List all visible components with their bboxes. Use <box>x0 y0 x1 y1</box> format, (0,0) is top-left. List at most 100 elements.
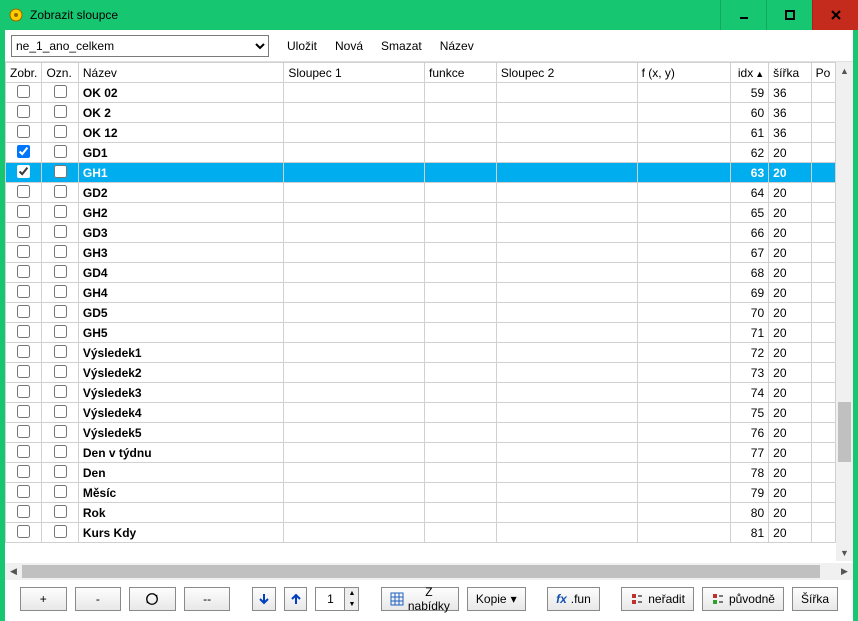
scroll-left-icon[interactable]: ◀ <box>5 563 22 580</box>
ozn-checkbox[interactable] <box>54 125 67 138</box>
cell-zobr[interactable] <box>6 323 42 343</box>
zobr-checkbox[interactable] <box>17 285 30 298</box>
table-row[interactable]: GH16320 <box>6 163 836 183</box>
table-row[interactable]: Rok8020 <box>6 503 836 523</box>
cell-zobr[interactable] <box>6 103 42 123</box>
cell-zobr[interactable] <box>6 403 42 423</box>
col-idx[interactable]: idx▲ <box>730 63 768 83</box>
ozn-checkbox[interactable] <box>54 525 67 538</box>
ozn-checkbox[interactable] <box>54 385 67 398</box>
table-row[interactable]: GD36620 <box>6 223 836 243</box>
col-sirka[interactable]: šířka <box>769 63 812 83</box>
cell-zobr[interactable] <box>6 283 42 303</box>
col-zobr[interactable]: Zobr. <box>6 63 42 83</box>
cell-ozn[interactable] <box>42 283 78 303</box>
copy-button[interactable]: Kopie ▾ <box>467 587 526 611</box>
table-row[interactable]: GH57120 <box>6 323 836 343</box>
table-row[interactable]: GD57020 <box>6 303 836 323</box>
ozn-checkbox[interactable] <box>54 145 67 158</box>
ozn-checkbox[interactable] <box>54 485 67 498</box>
ozn-checkbox[interactable] <box>54 445 67 458</box>
cell-ozn[interactable] <box>42 103 78 123</box>
step-spinner[interactable]: ▲▼ <box>315 587 359 611</box>
col-ozn[interactable]: Ozn. <box>42 63 78 83</box>
cell-ozn[interactable] <box>42 183 78 203</box>
table-row[interactable]: Výsledek47520 <box>6 403 836 423</box>
cell-zobr[interactable] <box>6 243 42 263</box>
cell-zobr[interactable] <box>6 303 42 323</box>
cell-zobr[interactable] <box>6 483 42 503</box>
zobr-checkbox[interactable] <box>17 325 30 338</box>
cell-zobr[interactable] <box>6 183 42 203</box>
table-row[interactable]: Kurs Kdy8120 <box>6 523 836 543</box>
cell-ozn[interactable] <box>42 483 78 503</box>
cell-ozn[interactable] <box>42 523 78 543</box>
table-row[interactable]: OK 126136 <box>6 123 836 143</box>
ozn-checkbox[interactable] <box>54 265 67 278</box>
save-link[interactable]: Uložit <box>287 39 317 53</box>
no-sort-button[interactable]: neřadit <box>621 587 694 611</box>
ozn-checkbox[interactable] <box>54 345 67 358</box>
view-selector[interactable]: ne_1_ano_celkem <box>11 35 269 57</box>
close-button[interactable] <box>812 0 858 30</box>
cell-zobr[interactable] <box>6 203 42 223</box>
table-row[interactable]: GH46920 <box>6 283 836 303</box>
table-row[interactable]: Výsledek37420 <box>6 383 836 403</box>
table-row[interactable]: GD16220 <box>6 143 836 163</box>
scroll-thumb[interactable] <box>838 402 851 462</box>
ozn-checkbox[interactable] <box>54 85 67 98</box>
cell-ozn[interactable] <box>42 143 78 163</box>
ozn-checkbox[interactable] <box>54 505 67 518</box>
ozn-checkbox[interactable] <box>54 185 67 198</box>
col-sloupec2[interactable]: Sloupec 2 <box>496 63 637 83</box>
zobr-checkbox[interactable] <box>17 425 30 438</box>
col-fxy[interactable]: f (x, y) <box>637 63 730 83</box>
vertical-scrollbar[interactable]: ▲ ▼ <box>836 62 853 561</box>
ozn-checkbox[interactable] <box>54 105 67 118</box>
move-up-button[interactable] <box>284 587 308 611</box>
col-funkce[interactable]: funkce <box>425 63 497 83</box>
fun-button[interactable]: fx .fun <box>547 587 600 611</box>
cell-ozn[interactable] <box>42 383 78 403</box>
cell-zobr[interactable] <box>6 83 42 103</box>
ozn-checkbox[interactable] <box>54 405 67 418</box>
zobr-checkbox[interactable] <box>17 205 30 218</box>
table-row[interactable]: OK 025936 <box>6 83 836 103</box>
zobr-checkbox[interactable] <box>17 385 30 398</box>
table-row[interactable]: Výsledek17220 <box>6 343 836 363</box>
table-row[interactable]: OK 26036 <box>6 103 836 123</box>
cell-zobr[interactable] <box>6 523 42 543</box>
zobr-checkbox[interactable] <box>17 445 30 458</box>
cell-ozn[interactable] <box>42 83 78 103</box>
new-link[interactable]: Nová <box>335 39 363 53</box>
table-row[interactable]: GH36720 <box>6 243 836 263</box>
zobr-checkbox[interactable] <box>17 505 30 518</box>
zobr-checkbox[interactable] <box>17 365 30 378</box>
cell-zobr[interactable] <box>6 463 42 483</box>
cell-ozn[interactable] <box>42 263 78 283</box>
cell-ozn[interactable] <box>42 223 78 243</box>
ozn-checkbox[interactable] <box>54 465 67 478</box>
zobr-checkbox[interactable] <box>17 245 30 258</box>
zobr-checkbox[interactable] <box>17 125 30 138</box>
delete-link[interactable]: Smazat <box>381 39 422 53</box>
cell-zobr[interactable] <box>6 383 42 403</box>
cell-ozn[interactable] <box>42 343 78 363</box>
zobr-checkbox[interactable] <box>17 145 30 158</box>
zobr-checkbox[interactable] <box>17 485 30 498</box>
cell-ozn[interactable] <box>42 163 78 183</box>
cell-zobr[interactable] <box>6 423 42 443</box>
zobr-checkbox[interactable] <box>17 525 30 538</box>
cell-zobr[interactable] <box>6 123 42 143</box>
table-row[interactable]: GH26520 <box>6 203 836 223</box>
ozn-checkbox[interactable] <box>54 425 67 438</box>
horizontal-scrollbar[interactable]: ◀ ▶ <box>5 563 853 580</box>
maximize-button[interactable] <box>766 0 812 30</box>
zobr-checkbox[interactable] <box>17 105 30 118</box>
spin-up[interactable]: ▲ <box>344 588 358 599</box>
zobr-checkbox[interactable] <box>17 185 30 198</box>
scroll-right-icon[interactable]: ▶ <box>836 563 853 580</box>
minus-button[interactable]: - <box>75 587 122 611</box>
cell-zobr[interactable] <box>6 363 42 383</box>
width-button[interactable]: Šířka <box>792 587 838 611</box>
